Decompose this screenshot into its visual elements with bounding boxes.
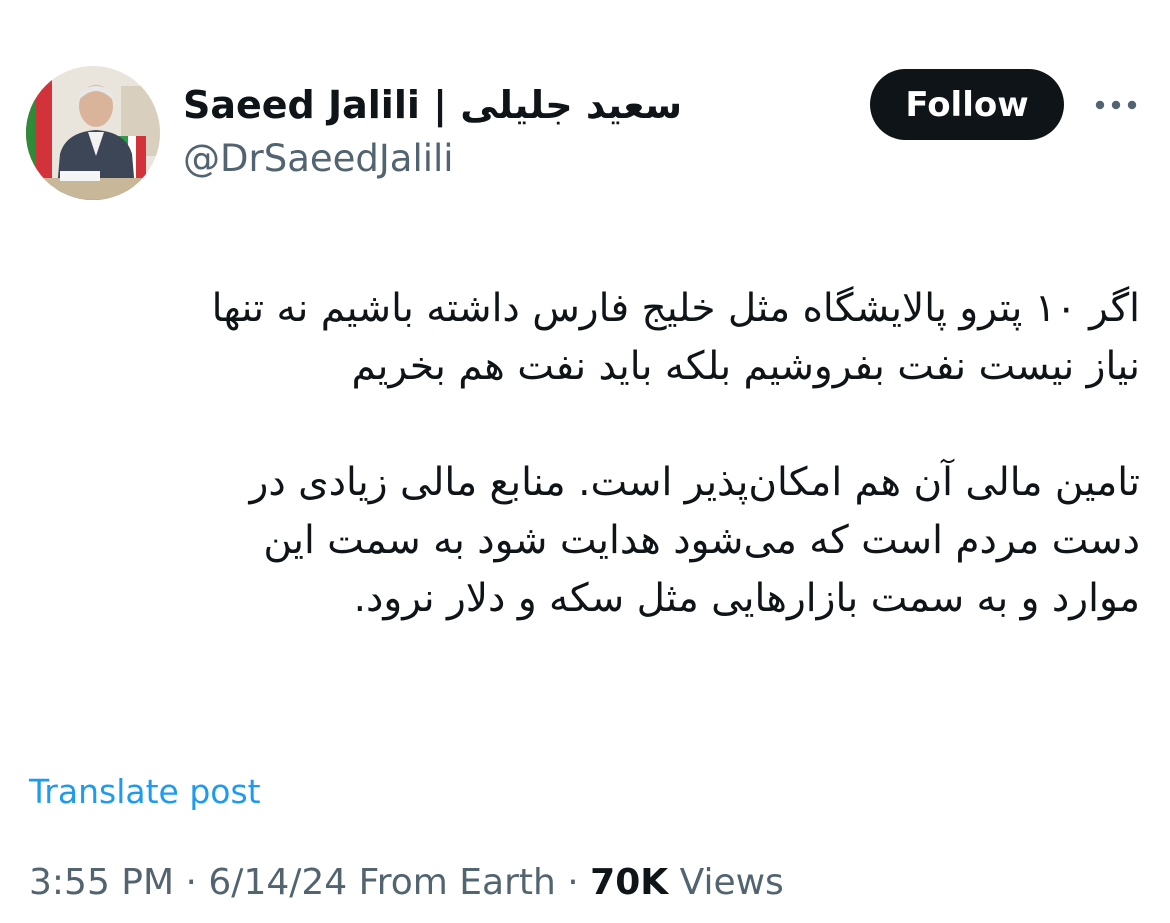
- views-count: 70K: [590, 862, 669, 903]
- author-handle[interactable]: @DrSaeedJalili: [183, 135, 454, 183]
- follow-button-label: Follow: [905, 84, 1029, 125]
- translate-post-link[interactable]: Translate post: [29, 768, 261, 816]
- tweet-paragraph: تامین مالی آن هم امکان‌پذیر است. منابع م…: [249, 460, 1141, 621]
- author-display-name[interactable]: Saeed Jalili | سعید جلیلی: [183, 80, 682, 130]
- tweet-text: اگر ۱۰ پترو پالایشگاه مثل خلیج فارس داشت…: [40, 280, 1140, 628]
- meta-separator: ·: [555, 862, 591, 903]
- tweet-time[interactable]: 3:55 PM: [29, 862, 174, 903]
- tweet-date[interactable]: 6/14/24: [208, 862, 347, 903]
- more-options-icon[interactable]: [1094, 96, 1138, 114]
- author-avatar[interactable]: [26, 66, 160, 200]
- profile-photo-icon: [26, 66, 160, 200]
- follow-button[interactable]: Follow: [870, 69, 1064, 140]
- views-label: Views: [679, 862, 784, 903]
- tweet-paragraph: اگر ۱۰ پترو پالایشگاه مثل خلیج فارس داشت…: [211, 286, 1140, 389]
- tweet-metadata: 3:55 PM · 6/14/24 From Earth · 70K Views: [29, 858, 784, 908]
- tweet-source: From Earth: [358, 862, 556, 903]
- meta-separator: ·: [174, 862, 209, 903]
